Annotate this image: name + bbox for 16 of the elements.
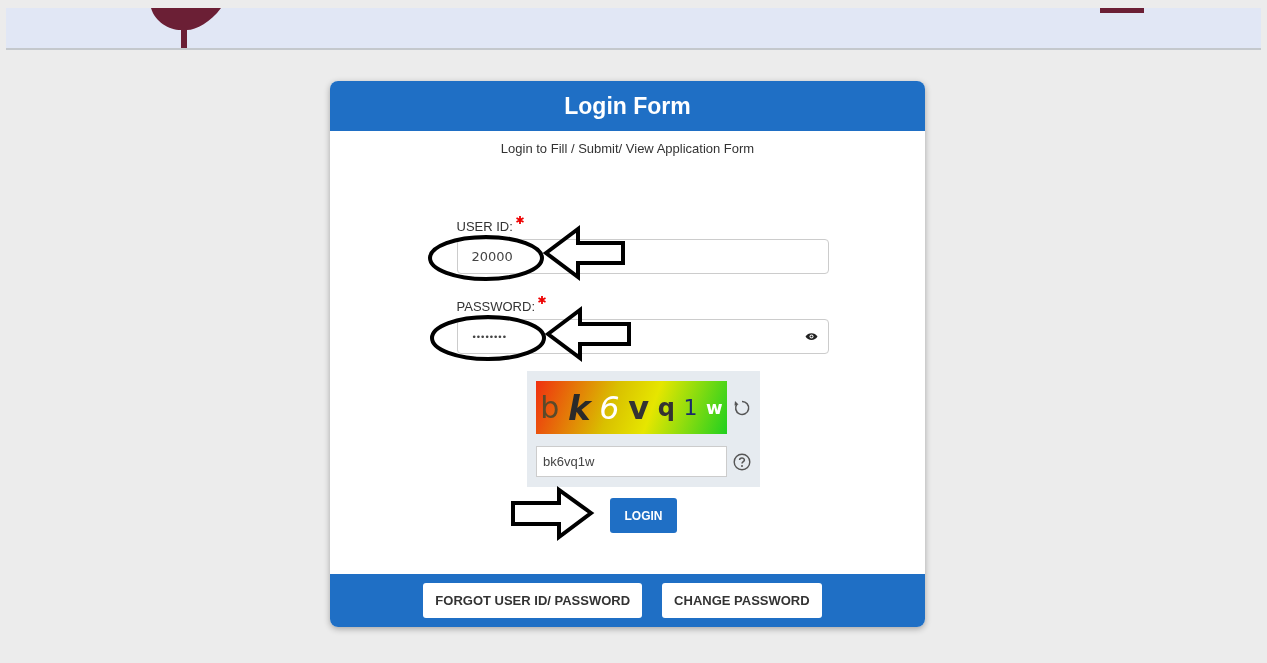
captcha-field[interactable]: bk6vq1w (536, 446, 727, 477)
login-button[interactable]: LOGIN (610, 498, 677, 533)
emblem-drawing (151, 8, 221, 48)
input-field[interactable]: 20000 (456, 239, 829, 274)
footer-button[interactable]: FORGOT USER ID/ PASSWORD (423, 583, 643, 618)
help-icon[interactable] (733, 452, 751, 471)
form-title: Login Form (564, 92, 691, 120)
eye-icon[interactable] (804, 332, 818, 341)
field-label: PASSWORD: (456, 299, 535, 314)
emblem-drawing (1100, 8, 1144, 14)
input-field[interactable]: •••••••• (456, 319, 829, 354)
field-label: USER ID: (456, 219, 513, 234)
captcha-image: b k 6 v q 1 w (536, 381, 727, 434)
form-subtitle: Login to Fill / Submit/ View Application Form (500, 141, 755, 156)
footer-button[interactable]: CHANGE PASSWORD (662, 583, 822, 618)
refresh-icon[interactable] (733, 398, 751, 417)
